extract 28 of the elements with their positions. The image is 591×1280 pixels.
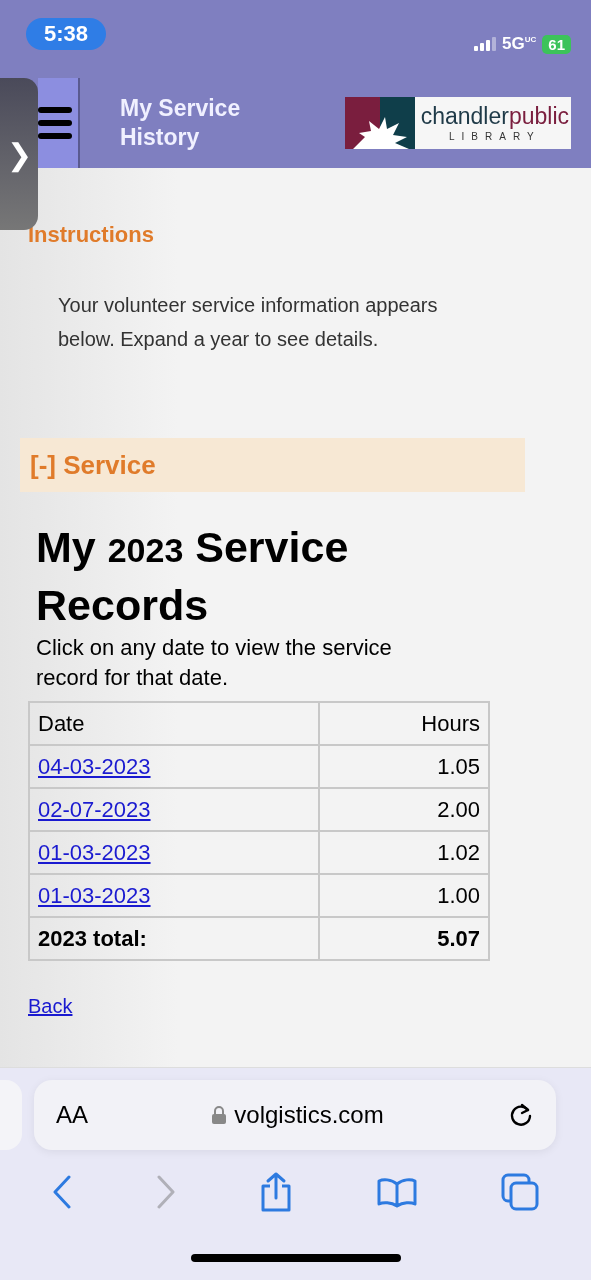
reload-icon[interactable] — [508, 1102, 534, 1128]
url-text: volgistics.com — [234, 1101, 384, 1129]
library-logo: chandlerpublic LIBRARY — [344, 97, 571, 149]
back-icon[interactable] — [52, 1175, 73, 1209]
hours-cell: 1.02 — [318, 831, 489, 874]
instructions-text: Your volunteer service information appears below. Expand a year to see details. — [58, 293, 439, 352]
status-time: 5:38 — [26, 18, 107, 50]
signal-icon — [474, 37, 497, 51]
hours-cell: 1.00 — [318, 874, 489, 917]
tabs-icon[interactable] — [500, 1173, 539, 1211]
lock-icon — [212, 1106, 227, 1124]
network-label: 5G$^{UC}$ — [502, 34, 537, 54]
total-hours: 5.07 — [318, 917, 489, 960]
back-link[interactable]: Back — [28, 995, 73, 1018]
address-bar[interactable]: AA volgistics.com — [34, 1080, 556, 1150]
hours-cell: 2.00 — [318, 788, 489, 831]
records-hint: Click on any date to view the service record for that date. — [36, 634, 393, 692]
total-label: 2023 total: — [29, 917, 319, 960]
battery-level: 61 — [542, 34, 571, 54]
menu-button[interactable] — [38, 78, 80, 168]
column-header: Date — [29, 702, 319, 745]
book-icon[interactable] — [376, 1176, 417, 1208]
records-title: My 2023 Service Records — [36, 522, 350, 631]
share-icon[interactable] — [260, 1172, 293, 1212]
column-header: Hours — [318, 702, 489, 745]
hours-cell: 1.05 — [318, 745, 489, 788]
page-title: My Service History — [120, 94, 242, 152]
text-size-button[interactable]: AA — [56, 1101, 88, 1129]
